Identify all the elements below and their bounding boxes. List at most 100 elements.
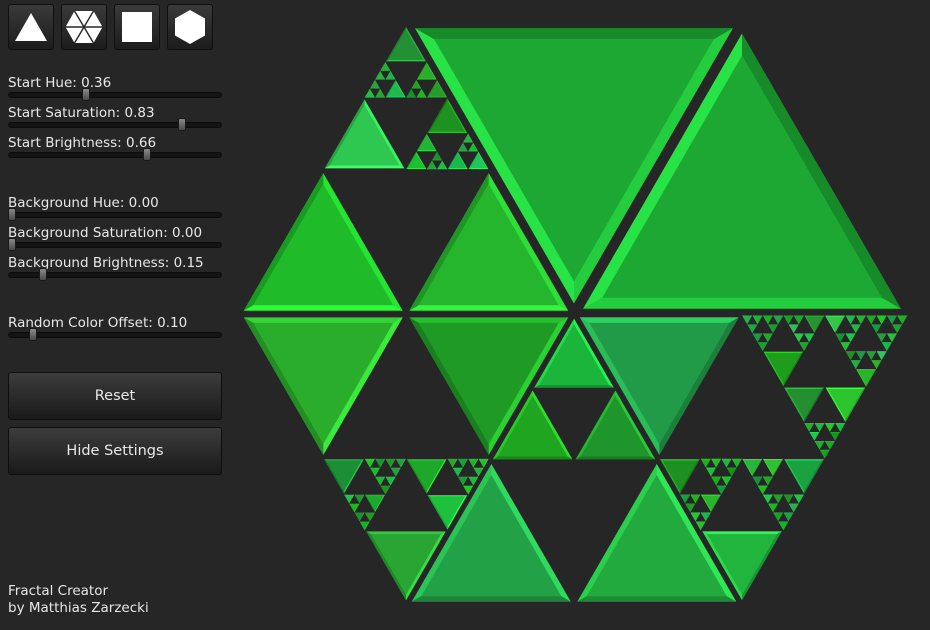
fractal-triangle bbox=[835, 333, 845, 342]
fractal-triangle bbox=[877, 351, 886, 360]
random-color-offset-slider[interactable] bbox=[8, 328, 222, 341]
hexagon-shape-button[interactable] bbox=[167, 4, 213, 50]
fractal-triangle bbox=[326, 460, 362, 491]
slider-thumb[interactable] bbox=[143, 148, 152, 161]
fractal-triangle bbox=[742, 315, 752, 324]
slider-thumb[interactable] bbox=[178, 118, 187, 131]
fractal-triangle bbox=[391, 468, 400, 476]
background-brightness-slider[interactable] bbox=[8, 268, 222, 281]
fractal-triangle bbox=[458, 477, 468, 485]
shape-toolbar bbox=[8, 4, 213, 50]
fractal-triangle bbox=[882, 342, 892, 351]
fractal-triangle-bevel bbox=[415, 28, 733, 40]
fractal-triangle bbox=[711, 477, 721, 485]
fractal-triangle bbox=[857, 370, 875, 386]
square-icon bbox=[122, 12, 152, 42]
fractal-triangle bbox=[835, 423, 845, 431]
fractal-triangle bbox=[429, 101, 465, 132]
fractal-triangle bbox=[691, 513, 700, 521]
fractal-triangle bbox=[887, 315, 897, 324]
fractal-triangle bbox=[479, 459, 488, 467]
hexagon-triangles-icon bbox=[65, 10, 103, 44]
fractal-triangle bbox=[680, 495, 690, 503]
fractal-triangle bbox=[846, 315, 855, 324]
fractal-triangle bbox=[386, 477, 395, 485]
fractal-triangle bbox=[253, 184, 394, 306]
fractal-triangle bbox=[468, 477, 478, 485]
start-hue-label: Start Hue: 0.36 bbox=[8, 75, 112, 91]
fractal-triangle bbox=[773, 495, 783, 503]
background-hue-slider[interactable] bbox=[8, 208, 222, 221]
fractal-triangle bbox=[841, 342, 850, 351]
triangle-shape-button[interactable] bbox=[8, 4, 54, 50]
fractal-triangle bbox=[786, 460, 822, 491]
fractal-triangle bbox=[851, 324, 861, 333]
fractal-triangle bbox=[458, 459, 468, 467]
hexagon-icon bbox=[175, 10, 205, 44]
fractal-triangle bbox=[375, 477, 385, 485]
app-title: Fractal Creator bbox=[8, 583, 108, 599]
hide-settings-button[interactable]: Hide Settings bbox=[8, 427, 222, 475]
fractal-canvas[interactable] bbox=[238, 18, 910, 610]
fractal-triangle bbox=[794, 495, 804, 503]
fractal-triangle bbox=[468, 143, 478, 151]
fractal-triangle bbox=[851, 360, 861, 369]
fractal-triangle bbox=[799, 342, 809, 351]
fractal-triangle bbox=[815, 423, 824, 431]
fractal-triangle bbox=[773, 513, 783, 521]
background-saturation-label: Background Saturation: 0.00 bbox=[8, 225, 203, 241]
fractal-triangle bbox=[365, 89, 375, 98]
fractal-triangle bbox=[380, 486, 390, 494]
triangle-icon bbox=[15, 13, 47, 41]
fractal-triangle-bevel bbox=[427, 96, 447, 98]
slider-thumb[interactable] bbox=[38, 268, 47, 281]
fractal-triangle bbox=[463, 134, 473, 142]
fractal-triangle bbox=[388, 29, 424, 60]
fractal-triangle bbox=[417, 135, 436, 151]
fractal-triangle bbox=[765, 353, 801, 384]
slider-thumb[interactable] bbox=[8, 208, 16, 221]
square-shape-button[interactable] bbox=[114, 4, 160, 50]
fractal-triangle-bevel bbox=[701, 494, 721, 496]
fractal-triangle bbox=[768, 504, 778, 512]
fractal-triangle-bevel bbox=[416, 150, 437, 152]
fractal-triangle bbox=[826, 316, 844, 332]
fractal-triangle bbox=[722, 459, 731, 467]
fractal-triangle bbox=[370, 80, 380, 89]
background-hue-control: Background Hue: 0.00 bbox=[8, 195, 222, 226]
fractal-triangle bbox=[825, 441, 835, 449]
start-hue-control: Start Hue: 0.36 bbox=[8, 75, 222, 106]
fractal-triangle-bevel bbox=[416, 78, 437, 80]
slider-thumb[interactable] bbox=[81, 88, 90, 101]
hexagon-triangles-shape-button[interactable] bbox=[61, 4, 107, 50]
background-saturation-slider[interactable] bbox=[8, 238, 222, 251]
fractal-triangle bbox=[349, 504, 359, 512]
fractal-triangle-bevel bbox=[534, 384, 614, 388]
fractal-triangle bbox=[764, 459, 782, 475]
start-brightness-slider[interactable] bbox=[8, 148, 222, 161]
fractal-triangle bbox=[702, 495, 720, 511]
fractal-triangle bbox=[329, 105, 400, 166]
start-hue-slider[interactable] bbox=[8, 88, 222, 101]
fractal-triangle bbox=[380, 62, 390, 71]
fractal-triangle bbox=[474, 468, 483, 476]
start-saturation-label: Start Saturation: 0.83 bbox=[8, 105, 155, 121]
fractal-triangle bbox=[406, 89, 416, 98]
fractal-triangle bbox=[789, 504, 799, 512]
background-hue-label: Background Hue: 0.00 bbox=[8, 195, 159, 211]
fractal-triangle bbox=[763, 495, 773, 503]
fractal-triangle bbox=[722, 477, 731, 485]
fractal-triangle bbox=[468, 459, 478, 467]
slider-thumb[interactable] bbox=[8, 238, 16, 251]
fractal-triangle-bevel bbox=[577, 596, 737, 602]
fractal-triangle bbox=[355, 495, 364, 503]
app-window: Start Hue: 0.36 Start Saturation: 0.83 S… bbox=[0, 0, 930, 630]
reset-button[interactable]: Reset bbox=[8, 372, 222, 420]
fractal-triangle bbox=[355, 513, 364, 521]
start-saturation-slider[interactable] bbox=[8, 118, 222, 131]
fractal-triangle-bevel bbox=[579, 317, 739, 323]
random-color-offset-control: Random Color Offset: 0.10 bbox=[8, 315, 222, 346]
slider-thumb[interactable] bbox=[28, 328, 37, 341]
fractal-triangle bbox=[877, 315, 886, 324]
fractal-triangle bbox=[784, 315, 793, 324]
